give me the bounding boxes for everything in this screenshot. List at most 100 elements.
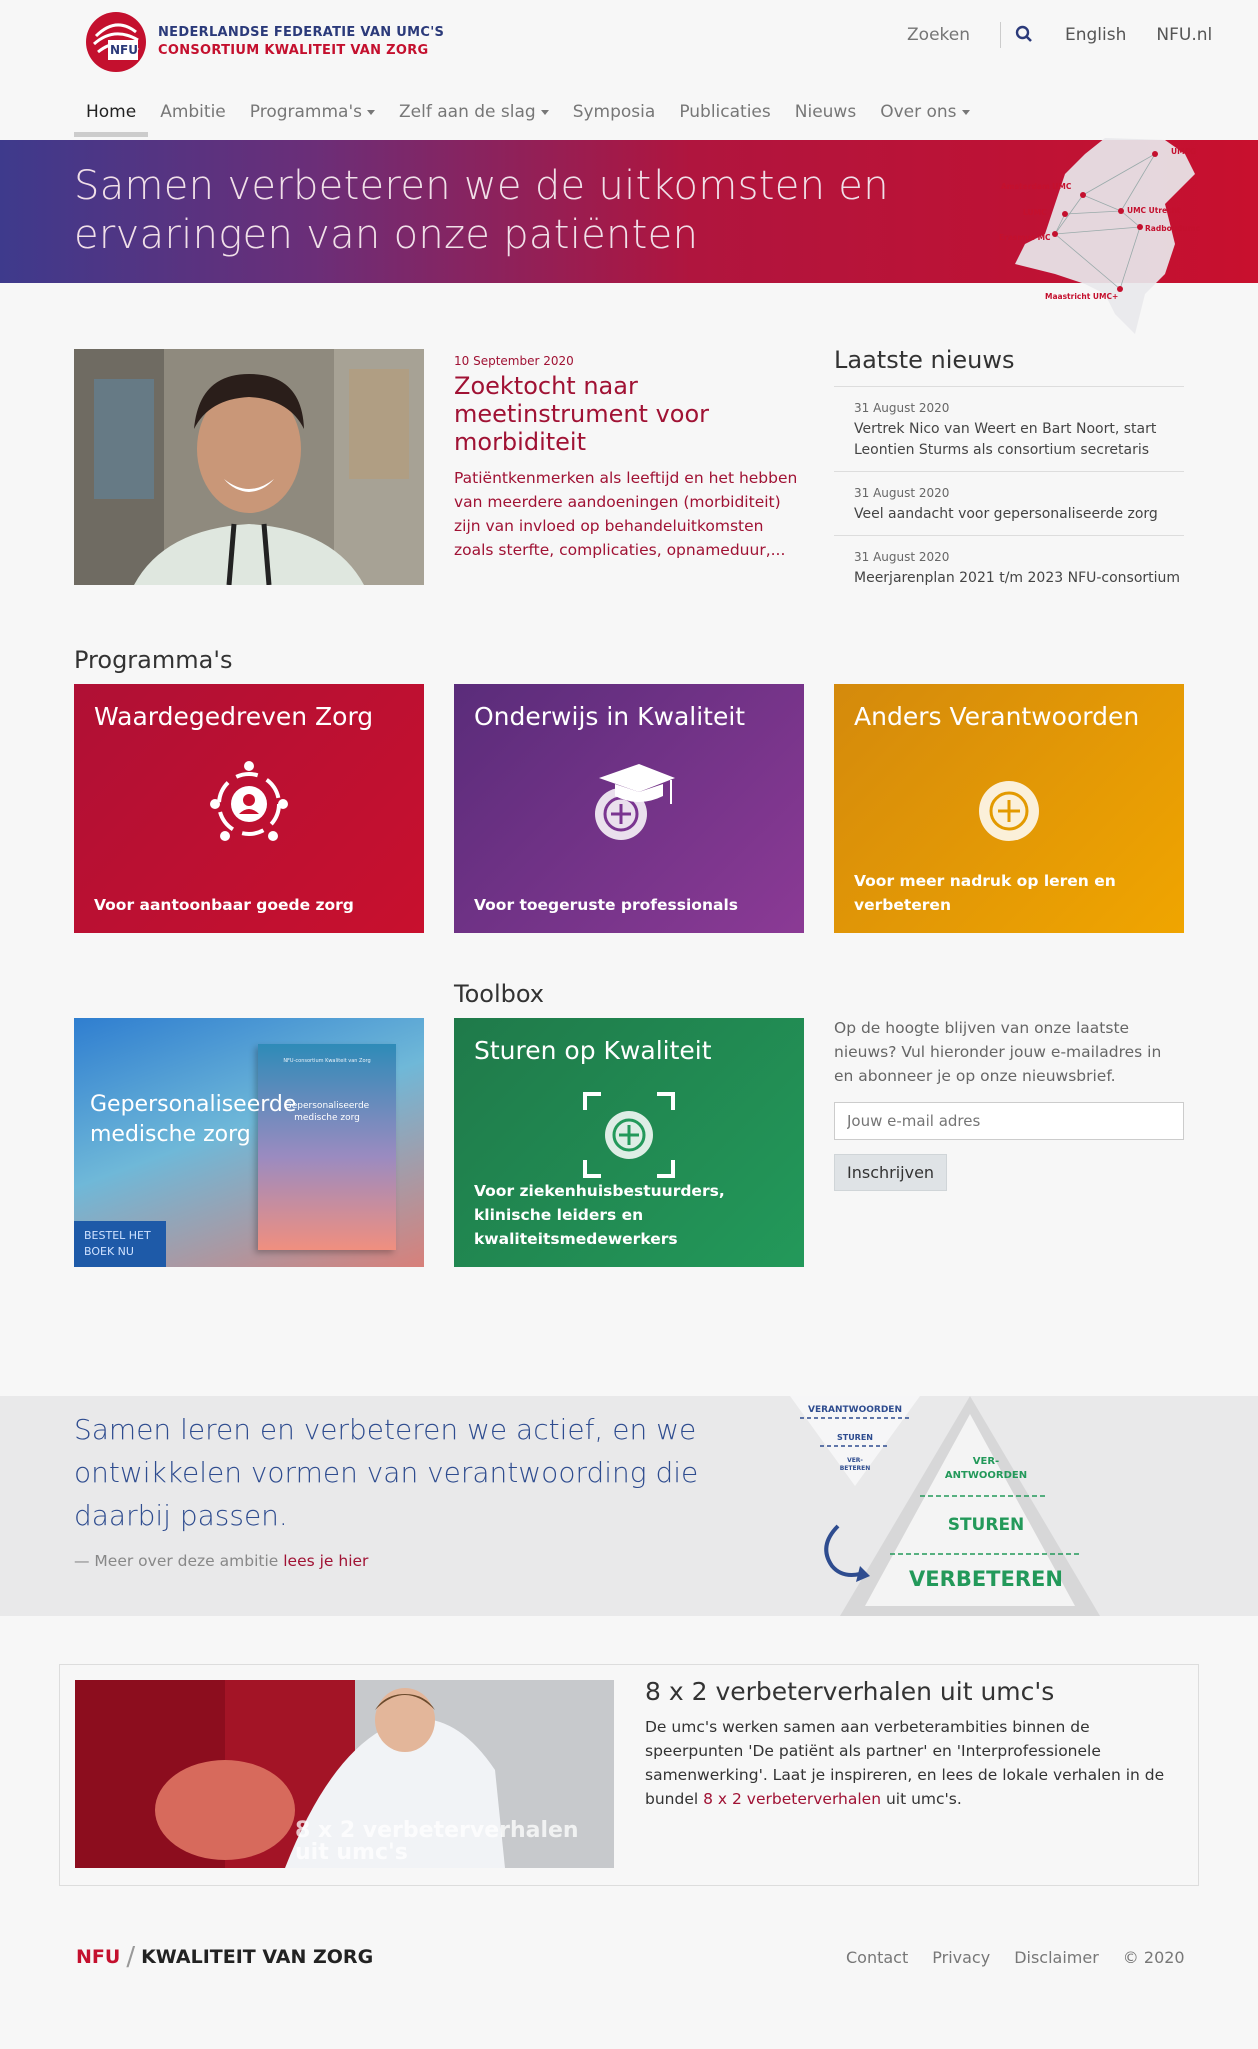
footer-logo[interactable]: NFU / KWALITEIT VAN ZORG	[76, 1942, 373, 1972]
news-title[interactable]: Meerjarenplan 2021 t/m 2023 NFU-consorti…	[854, 568, 1184, 589]
nav-publicaties[interactable]: Publicaties	[667, 100, 782, 137]
caret-down-icon	[961, 109, 970, 115]
featured-image[interactable]	[74, 349, 424, 585]
nfu-site-link[interactable]: NFU.nl	[1156, 25, 1212, 45]
search-input[interactable]	[880, 25, 970, 45]
map-label: Amsterdam UMC	[1001, 182, 1072, 191]
nav-home[interactable]: Home	[74, 100, 149, 137]
book-card-gepersonaliseerde-zorg[interactable]: NFU-consortium Kwaliteit van Zorg Gepers…	[74, 1018, 424, 1267]
main-nav: Home Ambitie Programma's Zelf aan de sla…	[74, 100, 982, 137]
card-title: Sturen op Kwaliteit	[474, 1036, 712, 1065]
nav-programmas[interactable]: Programma's	[238, 100, 387, 137]
toolbox-card-sturen-op-kwaliteit[interactable]: Sturen op Kwaliteit Voor ziekenhuisbestu…	[454, 1018, 804, 1267]
card-subtitle: Voor toegeruste professionals	[474, 896, 738, 914]
badge-line-1: BESTEL HET	[84, 1229, 151, 1242]
top-bar: English NFU.nl	[880, 22, 1212, 48]
card-subtitle: Voor aantoonbaar goede zorg	[94, 896, 354, 914]
ambition-text: Samen leren en verbeteren we actief, en …	[74, 1413, 699, 1532]
subscribe-button[interactable]: Inschrijven	[834, 1154, 948, 1191]
latest-news-heading: Laatste nieuws	[834, 346, 1184, 387]
newsletter-text: Op de hoogte blijven van onze laatste ni…	[834, 1019, 1162, 1085]
logo-line-1: NEDERLANDSE FEDERATIE VAN UMC'S	[158, 25, 445, 40]
footer-logo-slash: /	[126, 1942, 136, 1972]
hero-banner: Samen verbeteren we de uitkomsten en erv…	[0, 138, 1258, 334]
people-circle-icon	[210, 761, 288, 841]
featured-title[interactable]: Zoektocht naar meetinstrument voor morbi…	[454, 372, 794, 456]
stories-desc-suffix: uit umc's.	[881, 1790, 962, 1808]
stories-description: De umc's werken samen aan verbeterambiti…	[645, 1715, 1175, 1811]
nav-label: Ambitie	[160, 102, 226, 122]
target-plus-icon	[583, 1092, 675, 1178]
hero-title-line-1: Samen verbeteren we de uitkomsten en	[74, 163, 889, 209]
caption-line-1: 8 x 2 verbeterverhalen	[295, 1818, 579, 1843]
news-date: 31 August 2020	[854, 550, 950, 564]
caret-down-icon	[367, 109, 376, 115]
footer-link-privacy[interactable]: Privacy	[932, 1948, 990, 1967]
card-title: Waardegedreven Zorg	[94, 702, 374, 731]
hero-title: Samen verbeteren we de uitkomsten en erv…	[74, 162, 889, 260]
latest-news: Laatste nieuws 31 August 2020 Vertrek Ni…	[834, 346, 1184, 599]
netherlands-map-icon: UMCG Amsterdam UMC LUMC UMC Utrecht Radb…	[999, 138, 1200, 334]
hero-title-line-2: ervaringen van onze patiënten	[74, 212, 699, 258]
english-link[interactable]: English	[1065, 25, 1126, 45]
diagram-label: STUREN	[837, 1433, 873, 1442]
map-label: Erasmus MC	[999, 233, 1051, 242]
program-card-anders-verantwoorden[interactable]: Anders Verantwoorden Voor meer nadruk op…	[834, 684, 1184, 933]
site-header: NFU NEDERLANDSE FEDERATIE VAN UMC'S CONS…	[0, 0, 1258, 140]
site-logo[interactable]: NFU NEDERLANDSE FEDERATIE VAN UMC'S CONS…	[84, 10, 444, 74]
nav-label: Home	[86, 102, 137, 122]
card-title: Onderwijs in Kwaliteit	[474, 702, 746, 731]
nfu-logo-icon: NFU	[84, 10, 148, 74]
news-title[interactable]: Veel aandacht voor gepersonaliseerde zor…	[854, 504, 1184, 525]
programs-heading: Programma's	[74, 646, 233, 674]
book-title-line-1: Gepersonaliseerde	[90, 1092, 297, 1117]
nav-over-ons[interactable]: Over ons	[868, 100, 981, 137]
footer-link-contact[interactable]: Contact	[846, 1948, 908, 1967]
diagram-label: VERBETEREN	[909, 1567, 1063, 1591]
logo-mark-text: NFU	[110, 43, 138, 57]
news-item[interactable]: 31 August 2020 Veel aandacht voor gepers…	[834, 472, 1184, 536]
divider	[1000, 22, 1001, 48]
logo-line-2: CONSORTIUM KWALITEIT VAN ZORG	[158, 43, 429, 58]
stories-image-caption: 8 x 2 verbeterverhalen uit umc's	[295, 1820, 579, 1864]
email-field[interactable]	[834, 1102, 1184, 1140]
nav-nieuws[interactable]: Nieuws	[783, 100, 868, 137]
footer-link-disclaimer[interactable]: Disclaimer	[1014, 1948, 1099, 1967]
stories-title: 8 x 2 verbeterverhalen uit umc's	[645, 1677, 1055, 1706]
footer-logo-nfu: NFU	[76, 1946, 121, 1968]
map-label: UMCG	[1171, 147, 1196, 156]
book-cover-title-line-1: Gepersonaliseerde	[284, 1101, 370, 1111]
diagram-label: ANTWOORDEN	[945, 1470, 1027, 1481]
news-item[interactable]: 31 August 2020 Vertrek Nico van Weert en…	[834, 387, 1184, 472]
stories-bundle-link[interactable]: 8 x 2 verbeterverhalen	[703, 1790, 881, 1808]
nav-label: Over ons	[880, 102, 957, 122]
map-label: UMC Utrecht	[1127, 206, 1181, 215]
footer-logo-text: KWALITEIT VAN ZORG	[141, 1946, 374, 1968]
nav-label: Zelf aan de slag	[399, 102, 536, 122]
order-book-badge[interactable]: BESTEL HET BOEK NU	[74, 1221, 166, 1267]
footer-copyright: © 2020	[1122, 1948, 1185, 1967]
featured-description: Patiëntkenmerken als leeftijd en het heb…	[454, 469, 798, 559]
book-title: Gepersonaliseerde medische zorg	[90, 1090, 296, 1150]
book-title-line-2: medische zorg	[90, 1122, 251, 1147]
nav-zelf-aan-de-slag[interactable]: Zelf aan de slag	[387, 100, 561, 137]
stories-image[interactable]: 8 x 2 verbeterverhalen uit umc's	[75, 1680, 614, 1868]
nav-label: Symposia	[572, 102, 656, 122]
map-label: Radboudumc	[1145, 224, 1200, 233]
news-title[interactable]: Vertrek Nico van Weert en Bart Noort, st…	[854, 419, 1184, 461]
nav-symposia[interactable]: Symposia	[561, 100, 668, 137]
program-card-onderwijs-in-kwaliteit[interactable]: Onderwijs in Kwaliteit Voor toegeruste p…	[454, 684, 804, 933]
ambition-read-more-link[interactable]: lees je hier	[283, 1552, 368, 1570]
toolbox-heading: Toolbox	[454, 980, 544, 1008]
nav-ambitie[interactable]: Ambitie	[148, 100, 238, 137]
diagram-label: VER-	[973, 1456, 999, 1467]
map-label: Maastricht UMC+	[1045, 292, 1118, 301]
search-icon[interactable]	[1015, 25, 1035, 45]
ambition-link-line: — Meer over deze ambitie lees je hier	[74, 1552, 368, 1570]
news-item[interactable]: 31 August 2020 Meerjarenplan 2021 t/m 20…	[834, 536, 1184, 599]
stories-panel: 8 x 2 verbeterverhalen uit umc's 8 x 2 v…	[59, 1664, 1199, 1886]
logo-text: NEDERLANDSE FEDERATIE VAN UMC'S CONSORTI…	[158, 24, 444, 60]
ambition-link-prefix: — Meer over deze ambitie	[74, 1552, 284, 1570]
newsletter-signup: Op de hoogte blijven van onze laatste ni…	[834, 1016, 1184, 1191]
program-card-waardegedreven-zorg[interactable]: Waardegedreven Zorg Voor aantoonbaar goe…	[74, 684, 424, 933]
